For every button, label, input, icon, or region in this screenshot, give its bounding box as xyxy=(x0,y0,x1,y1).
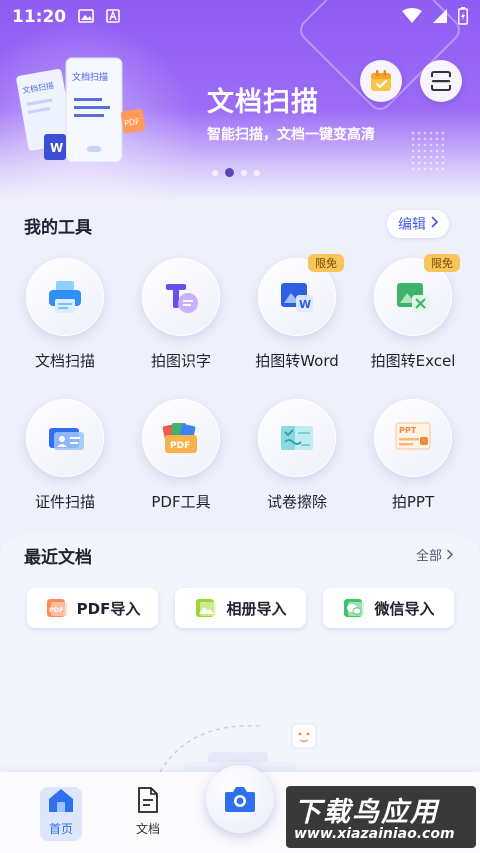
tool-label: 拍PPT xyxy=(391,493,435,511)
tool-label: 拍图识字 xyxy=(150,352,211,370)
tool-pdf[interactable]: PDF PDF工具 xyxy=(126,399,236,529)
document-illustration: 文档扫描 文档扫描 W PDF xyxy=(16,57,146,163)
tool-icon-bubble xyxy=(26,399,104,477)
page-dot-active xyxy=(225,168,234,177)
wifi-icon xyxy=(402,8,422,28)
tools-section-title: 我的工具 xyxy=(24,218,92,238)
pdf-import-label: PDF导入 xyxy=(76,599,141,618)
view-all-link[interactable]: 全部 xyxy=(416,545,454,564)
tool-label: 证件扫描 xyxy=(34,493,95,511)
wechat-import-button[interactable]: 微信导入 xyxy=(323,588,454,628)
tool-icon-bubble: PDF xyxy=(142,399,220,477)
watermark-logo: 下载鸟应用 www.xiazainiao.com xyxy=(286,786,476,848)
pdf-import-icon: PDF xyxy=(46,599,67,617)
tool-label: PDF工具 xyxy=(151,493,211,511)
printer-icon xyxy=(49,281,81,313)
banner-title: 文档扫描 xyxy=(207,87,319,118)
home-icon xyxy=(49,789,73,812)
status-time: 11:20 xyxy=(12,7,67,27)
view-all-label: 全部 xyxy=(416,549,443,564)
tool-exam-erase[interactable]: 试卷擦除 xyxy=(242,399,352,529)
pdf-tool-icon: PDF xyxy=(162,423,197,453)
svg-text:PDF: PDF xyxy=(49,606,64,614)
wechat-import-icon xyxy=(344,599,365,617)
scan-button[interactable] xyxy=(420,60,462,102)
pdf-import-button[interactable]: PDF PDF导入 xyxy=(27,588,158,628)
tool-photo-to-excel[interactable]: 限免 拍图转Excel xyxy=(358,254,468,388)
chevron-right-icon xyxy=(430,216,439,232)
tool-label: 文档扫描 xyxy=(34,352,95,370)
svg-text:PPT: PPT xyxy=(399,426,417,435)
exam-erase-icon xyxy=(281,426,313,450)
wechat-import-label: 微信导入 xyxy=(374,599,435,618)
banner-dots-decoration xyxy=(410,130,444,172)
banner-page-indicator xyxy=(212,168,260,177)
word-icon: W xyxy=(281,283,313,312)
status-bar: 11:20 xyxy=(0,0,480,34)
text-recognize-icon xyxy=(166,284,198,313)
free-badge: 限免 xyxy=(308,254,344,272)
tool-icon-bubble xyxy=(258,399,336,477)
edit-tools-button[interactable]: 编辑 xyxy=(387,210,449,238)
tool-text-recognition[interactable]: 拍图识字 xyxy=(126,258,236,388)
banner-subtitle: 智能扫描，文档一键变高清 xyxy=(207,127,375,143)
page-dot xyxy=(241,169,247,176)
svg-text:W: W xyxy=(299,298,311,311)
calendar-checkin-button[interactable] xyxy=(360,60,402,102)
watermark-title: 下载鸟应用 xyxy=(294,797,439,828)
watermark-url: www.xiazainiao.com xyxy=(294,826,455,842)
signal-icon xyxy=(432,8,448,28)
tool-label: 试卷擦除 xyxy=(266,493,327,511)
album-import-button[interactable]: 相册导入 xyxy=(175,588,306,628)
tool-icon-bubble xyxy=(26,258,104,336)
id-card-icon xyxy=(49,428,84,450)
tool-icon-bubble xyxy=(142,258,220,336)
edit-label: 编辑 xyxy=(398,217,426,233)
tab-home[interactable]: 首页 xyxy=(31,786,91,837)
tab-documents-label: 文档 xyxy=(135,822,160,836)
tool-label: 拍图转Word xyxy=(255,352,339,370)
tool-photo-ppt[interactable]: PPT 拍PPT xyxy=(358,399,468,529)
camera-icon xyxy=(225,787,255,812)
tool-id-scan[interactable]: 证件扫描 xyxy=(10,399,120,529)
chevron-right-icon xyxy=(447,549,454,560)
tab-documents[interactable]: 文档 xyxy=(118,786,178,837)
tool-icon-bubble: PPT xyxy=(374,399,452,477)
image-notification-icon xyxy=(78,8,94,27)
excel-icon xyxy=(397,283,429,312)
tab-home-label: 首页 xyxy=(48,822,73,836)
tool-photo-to-word[interactable]: W 限免 拍图转Word xyxy=(242,254,352,388)
ppt-icon: PPT xyxy=(395,422,431,450)
album-import-label: 相册导入 xyxy=(226,599,287,618)
tool-label: 拍图转Excel xyxy=(370,352,456,370)
free-badge: 限免 xyxy=(424,254,460,272)
battery-icon xyxy=(458,7,468,29)
scan-frame-icon xyxy=(431,71,451,91)
tool-document-scan[interactable]: 文档扫描 xyxy=(10,258,120,388)
hero-banner[interactable]: 文档扫描 文档扫描 W PDF 11:20 文档扫描 智能扫描，文档一键变高清 xyxy=(0,0,480,200)
svg-text:W: W xyxy=(50,141,63,155)
page-dot xyxy=(212,169,218,176)
camera-capture-button[interactable] xyxy=(206,765,274,833)
album-import-icon xyxy=(196,599,217,617)
document-icon xyxy=(138,787,158,813)
recent-section-title: 最近文档 xyxy=(24,548,92,568)
svg-text:文档扫描: 文档扫描 xyxy=(72,71,108,83)
svg-text:PDF: PDF xyxy=(170,441,190,451)
calendar-icon xyxy=(371,70,391,91)
page-dot xyxy=(254,169,260,176)
app-notification-icon xyxy=(106,8,120,27)
